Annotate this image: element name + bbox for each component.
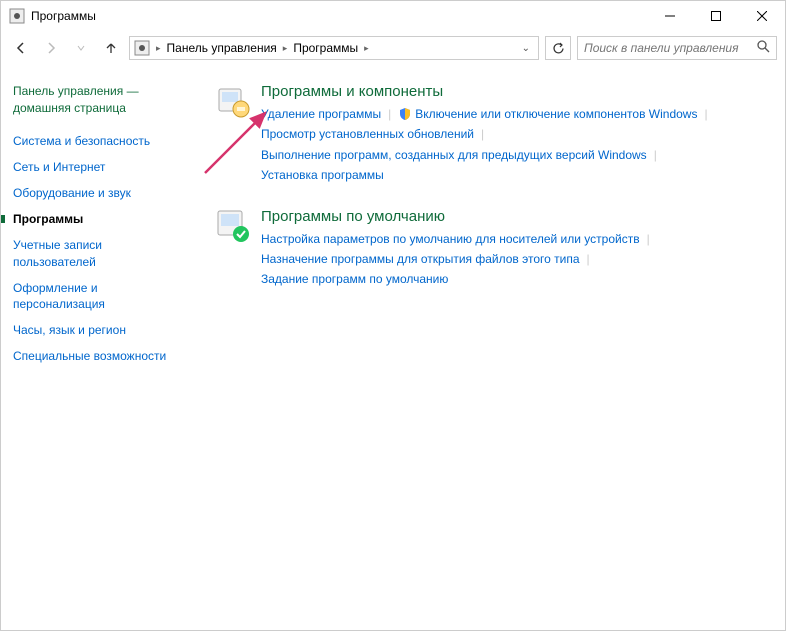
sidebar: Панель управления — домашняя страница Си… xyxy=(13,83,193,374)
chevron-right-icon: ▸ xyxy=(281,43,290,54)
minimize-button[interactable] xyxy=(647,1,693,31)
link-separator: | xyxy=(587,249,590,269)
back-button[interactable] xyxy=(9,36,33,60)
content-area: Панель управления — домашняя страница Си… xyxy=(1,65,785,374)
chevron-right-icon: ▸ xyxy=(154,43,163,54)
sidebar-item-accessibility[interactable]: Специальные возможности xyxy=(13,348,185,364)
maximize-button[interactable] xyxy=(693,1,739,31)
sidebar-item-system[interactable]: Система и безопасность xyxy=(13,133,185,149)
nav-toolbar: ▸ Панель управления ▸ Программы ▸ ⌄ xyxy=(1,31,785,65)
main-panel: Программы и компоненты Удаление программ… xyxy=(193,83,773,374)
breadcrumb-root[interactable]: Панель управления xyxy=(167,41,277,55)
refresh-button[interactable] xyxy=(545,36,571,60)
sidebar-header[interactable]: Панель управления — домашняя страница xyxy=(13,83,185,117)
sidebar-item-accounts[interactable]: Учетные записи пользователей xyxy=(13,237,185,269)
sidebar-item-hardware[interactable]: Оборудование и звук xyxy=(13,185,185,201)
up-button[interactable] xyxy=(99,36,123,60)
sidebar-item-appearance[interactable]: Оформление и персонализация xyxy=(13,280,185,312)
link-separator: | xyxy=(704,104,707,124)
address-dropdown[interactable]: ⌄ xyxy=(518,43,534,54)
recent-dropdown[interactable] xyxy=(69,36,93,60)
link-autoplay-settings[interactable]: Настройка параметров по умолчанию для но… xyxy=(261,229,640,249)
forward-button[interactable] xyxy=(39,36,63,60)
section-title-programs[interactable]: Программы и компоненты xyxy=(261,83,773,100)
default-programs-icon xyxy=(215,208,251,244)
titlebar: Программы xyxy=(1,1,785,31)
search-box[interactable] xyxy=(577,36,777,60)
address-bar[interactable]: ▸ Панель управления ▸ Программы ▸ ⌄ xyxy=(129,36,539,60)
link-separator: | xyxy=(647,229,650,249)
control-panel-icon xyxy=(134,40,150,56)
link-set-defaults[interactable]: Задание программ по умолчанию xyxy=(261,269,448,289)
shield-icon xyxy=(398,107,412,121)
link-uninstall-program[interactable]: Удаление программы xyxy=(261,104,381,124)
sidebar-item-clock[interactable]: Часы, язык и регион xyxy=(13,322,185,338)
chevron-right-icon: ▸ xyxy=(362,43,371,54)
programs-features-icon xyxy=(215,83,251,119)
link-separator: | xyxy=(481,124,484,144)
breadcrumb-current[interactable]: Программы xyxy=(293,41,358,55)
sidebar-item-programs[interactable]: Программы xyxy=(13,211,185,227)
link-install-program[interactable]: Установка программы xyxy=(261,165,384,185)
search-input[interactable] xyxy=(584,41,757,55)
link-view-updates[interactable]: Просмотр установленных обновлений xyxy=(261,124,474,144)
app-icon xyxy=(9,8,25,24)
section-default-programs: Программы по умолчанию Настройка парамет… xyxy=(215,208,773,290)
close-button[interactable] xyxy=(739,1,785,31)
sidebar-item-network[interactable]: Сеть и Интернет xyxy=(13,159,185,175)
link-separator: | xyxy=(388,104,391,124)
link-run-old-programs[interactable]: Выполнение программ, созданных для преды… xyxy=(261,145,647,165)
window-title: Программы xyxy=(31,9,96,23)
search-icon[interactable] xyxy=(757,40,770,56)
section-programs-features: Программы и компоненты Удаление программ… xyxy=(215,83,773,186)
link-windows-features[interactable]: Включение или отключение компонентов Win… xyxy=(415,104,697,124)
section-title-defaults[interactable]: Программы по умолчанию xyxy=(261,208,773,225)
link-file-associations[interactable]: Назначение программы для открытия файлов… xyxy=(261,249,580,269)
link-separator: | xyxy=(654,145,657,165)
